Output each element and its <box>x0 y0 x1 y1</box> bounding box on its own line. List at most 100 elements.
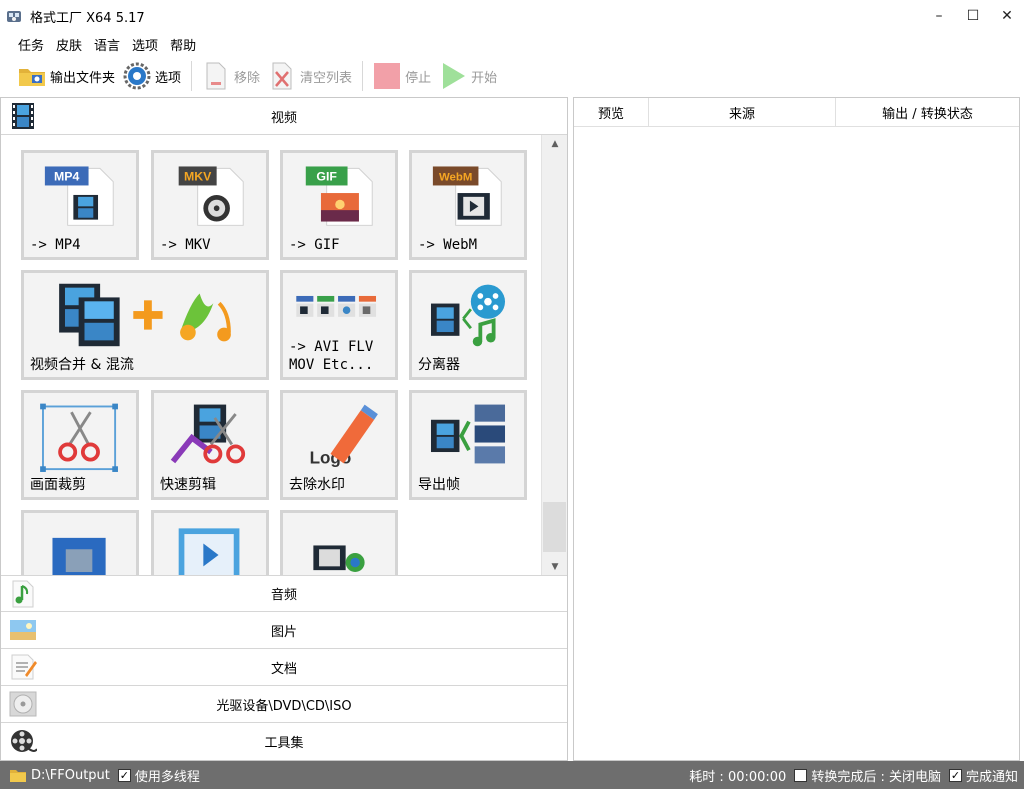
category-image[interactable]: 图片 <box>1 612 567 649</box>
scroll-down-arrow[interactable]: ▼ <box>542 558 568 575</box>
menu-help[interactable]: 帮助 <box>164 35 202 54</box>
tile-to-mp4-label: -> MP4 <box>30 237 81 253</box>
category-document[interactable]: 文档 <box>1 649 567 686</box>
output-folder-button[interactable]: 输出文件夹 <box>14 59 119 93</box>
tile-screen-record[interactable] <box>21 510 139 575</box>
output-folder-label: 输出文件夹 <box>50 70 116 86</box>
tile-remove-watermark-label: 去除水印 <box>289 477 345 493</box>
output-folder-icon <box>10 770 26 782</box>
menu-options[interactable]: 选项 <box>126 35 164 54</box>
title-bar: 格式工厂 X64 5.17 – ☐ ✕ <box>0 0 1024 32</box>
tile-export-frames[interactable]: 导出帧 <box>409 390 527 500</box>
start-button[interactable]: 开始 <box>435 59 501 93</box>
play-icon <box>439 62 467 90</box>
tile-quick-cut[interactable]: 快速剪辑 <box>151 390 269 500</box>
video-player-icon <box>178 528 240 575</box>
gif-badge-text: GIF <box>316 170 337 184</box>
tile-splitter[interactable]: 分离器 <box>409 270 527 380</box>
menu-language[interactable]: 语言 <box>88 35 126 54</box>
mp4-badge-text: MP4 <box>54 170 79 184</box>
splitter-icon <box>430 284 506 347</box>
mkv-file-icon: MKV <box>178 166 244 226</box>
category-panel: 视频 MP4 -> MP4 MKV -> MKV GIF -> GIF WebM… <box>0 97 568 761</box>
output-path[interactable]: D:\FFOutput <box>31 768 110 783</box>
category-tools-label: 工具集 <box>264 736 304 751</box>
tiles-scrollbar[interactable]: ▲ ▼ <box>541 135 567 575</box>
music-note-icon <box>12 580 34 608</box>
category-video[interactable]: 视频 <box>1 98 567 135</box>
tile-video-download[interactable] <box>280 510 398 575</box>
tile-video-merge[interactable]: 视频合并 & 混流 <box>21 270 269 380</box>
clear-list-button[interactable]: 清空列表 <box>264 59 356 93</box>
remove-label: 移除 <box>234 70 261 86</box>
clear-list-icon <box>268 62 296 90</box>
close-button[interactable]: ✕ <box>990 0 1024 32</box>
tile-to-webm-label: -> WebM <box>418 237 478 253</box>
gif-file-icon: GIF <box>305 166 373 226</box>
tile-to-avi[interactable]: -> AVI FLV MOV Etc... <box>280 270 398 380</box>
category-optical[interactable]: 光驱设备\DVD\CD\ISO <box>1 686 567 723</box>
remove-button[interactable]: 移除 <box>198 59 264 93</box>
menu-task[interactable]: 任务 <box>12 35 50 54</box>
multithread-label: 使用多线程 <box>134 769 200 785</box>
options-button[interactable]: 选项 <box>119 59 185 93</box>
category-audio-label: 音频 <box>270 588 297 603</box>
after-done-label[interactable]: 转换完成后 : 关闭电脑 <box>811 766 941 785</box>
column-preview[interactable]: 预览 <box>574 98 649 126</box>
eraser-icon: Logo <box>310 404 378 467</box>
tile-crop[interactable]: 画面裁剪 <box>21 390 139 500</box>
tile-to-mkv-label: -> MKV <box>160 237 211 253</box>
merge-icon <box>59 283 231 347</box>
toolbar-separator <box>362 61 364 91</box>
window-title: 格式工厂 X64 5.17 <box>30 10 145 26</box>
tile-export-frames-label: 导出帧 <box>418 477 460 493</box>
screen-record-icon <box>52 537 106 575</box>
disc-icon <box>9 691 37 717</box>
menu-skin[interactable]: 皮肤 <box>50 35 88 54</box>
crop-scissors-icon <box>40 403 118 472</box>
stop-icon <box>373 62 401 90</box>
notify-checkbox[interactable]: ✓ <box>948 768 962 782</box>
category-image-label: 图片 <box>270 624 297 640</box>
video-download-icon <box>313 545 365 573</box>
start-label: 开始 <box>471 70 498 86</box>
minimize-button[interactable]: – <box>922 0 956 32</box>
options-label: 选项 <box>155 70 182 86</box>
category-tools[interactable]: 工具集 <box>1 723 567 760</box>
mkv-badge-text: MKV <box>184 170 212 184</box>
film-reel-icon <box>11 730 37 752</box>
notify-label: 完成通知 <box>965 769 1018 785</box>
column-source[interactable]: 来源 <box>649 98 836 126</box>
stop-button[interactable]: 停止 <box>369 59 435 93</box>
menu-bar: 任务 皮肤 语言 选项 帮助 <box>0 32 1024 56</box>
export-frames-icon <box>430 404 506 464</box>
tile-video-player[interactable] <box>151 510 269 575</box>
mp4-file-icon: MP4 <box>44 166 114 226</box>
category-video-label: 视频 <box>270 110 297 126</box>
tile-to-webm[interactable]: WebM -> WebM <box>409 150 527 260</box>
after-done-checkbox[interactable] <box>794 768 808 782</box>
tile-quick-cut-label: 快速剪辑 <box>160 477 216 493</box>
scroll-up-arrow[interactable]: ▲ <box>542 135 568 152</box>
tile-remove-watermark[interactable]: Logo 去除水印 <box>280 390 398 500</box>
webm-badge-text: WebM <box>439 172 472 184</box>
multithread-checkbox[interactable]: ✓ <box>117 768 131 782</box>
task-list-panel[interactable]: 预览 来源 输出 / 转换状态 <box>573 97 1020 761</box>
tile-to-gif[interactable]: GIF -> GIF <box>280 150 398 260</box>
gear-icon <box>123 62 151 90</box>
quick-cut-icon <box>170 404 246 464</box>
toolbar: 输出文件夹 选项 移除 清空列表 停止 开始 <box>0 56 1024 96</box>
document-pen-icon <box>11 654 37 680</box>
clear-list-label: 清空列表 <box>300 70 353 86</box>
toolbar-separator <box>191 61 193 91</box>
column-output-status[interactable]: 输出 / 转换状态 <box>836 98 1019 126</box>
tile-to-mp4[interactable]: MP4 -> MP4 <box>21 150 139 260</box>
maximize-button[interactable]: ☐ <box>956 0 990 32</box>
task-list-header: 预览 来源 输出 / 转换状态 <box>574 98 1019 127</box>
category-optical-label: 光驱设备\DVD\CD\ISO <box>216 698 352 714</box>
category-audio[interactable]: 音频 <box>1 575 567 612</box>
stop-label: 停止 <box>405 70 432 86</box>
scroll-thumb[interactable] <box>543 502 566 552</box>
tile-to-mkv[interactable]: MKV -> MKV <box>151 150 269 260</box>
folder-icon <box>18 62 46 90</box>
